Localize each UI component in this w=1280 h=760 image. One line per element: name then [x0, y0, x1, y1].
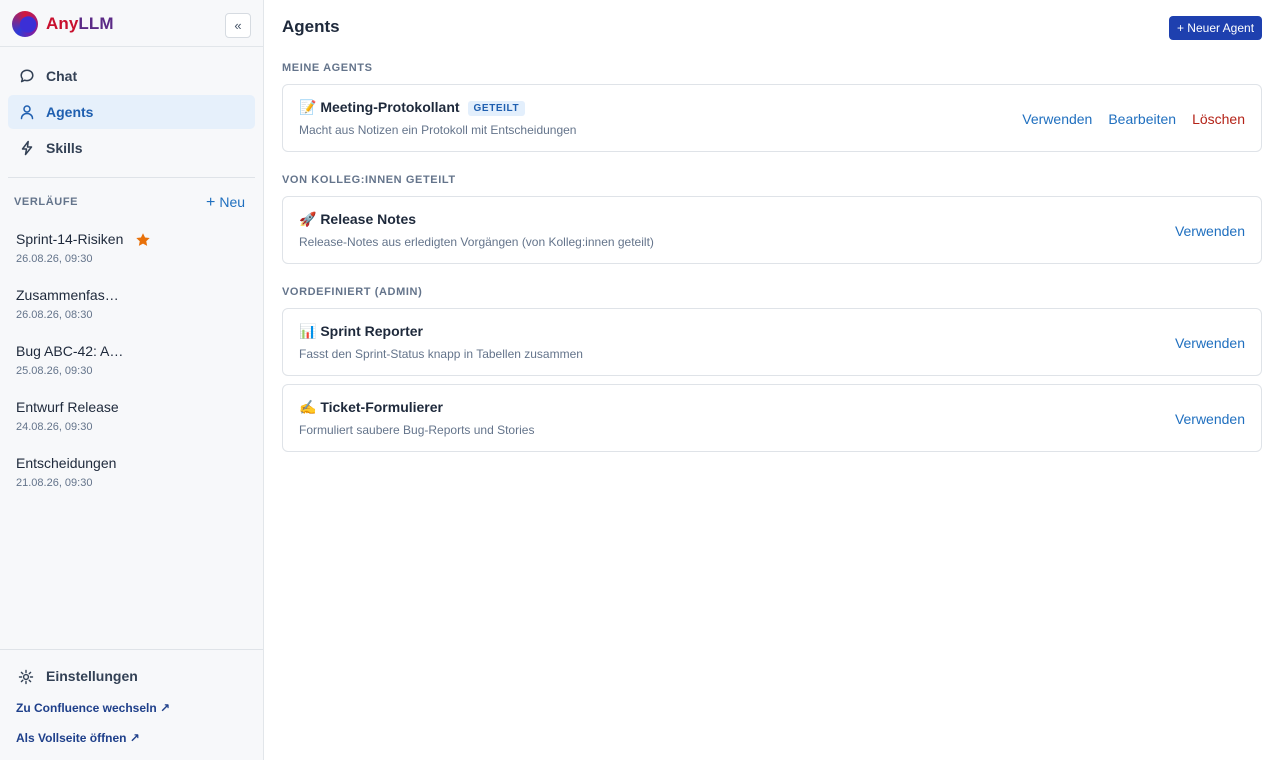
collapse-sidebar-button[interactable]: «	[225, 13, 251, 38]
use-agent-button[interactable]: Verwenden	[1175, 411, 1245, 427]
agent-name: 📊 Sprint Reporter	[299, 323, 423, 339]
app-logo	[12, 11, 38, 37]
use-agent-button[interactable]: Verwenden	[1175, 335, 1245, 351]
agent-description: Formuliert saubere Bug-Reports und Stori…	[299, 423, 535, 437]
agent-actions: Verwenden	[1175, 411, 1245, 427]
history-item-title: Entscheidungen	[16, 455, 117, 471]
history-item-title: Entwurf Release	[16, 399, 119, 415]
agent-card-meeting: 📝 Meeting-Protokollant GETEILT Macht aus …	[282, 84, 1262, 152]
nav-item-chat[interactable]: Chat	[8, 59, 255, 93]
new-agent-button[interactable]: + Neuer Agent	[1169, 16, 1262, 40]
history-item-title: Zusammenfassung	[16, 287, 124, 303]
history-item[interactable]: Zusammenfassung 26.08.26, 08:30	[16, 287, 246, 327]
new-chat-button[interactable]: + Neu	[206, 194, 245, 212]
history-item[interactable]: Sprint-14-Risiken 26.08.26, 09:30	[16, 231, 246, 271]
person-icon	[20, 105, 34, 120]
lightning-icon	[21, 140, 33, 156]
section-title-mine: MEINE AGENTS	[282, 62, 373, 74]
history-item-date: 26.08.26, 09:30	[16, 253, 93, 265]
app-name: AnyLLM	[46, 14, 114, 33]
nav-item-agents[interactable]: Agents	[8, 95, 255, 129]
nav-item-label: Chat	[46, 68, 78, 84]
agent-name: 🚀 Release Notes	[299, 211, 417, 227]
settings-button[interactable]: Einstellungen	[18, 667, 218, 687]
agent-card-ticket: ✍️ Ticket-Formulierer Formuliert saubere…	[282, 384, 1262, 452]
history-item-title: Sprint-14-Risiken	[16, 231, 124, 247]
nav-item-label: Agents	[46, 104, 94, 120]
agent-card-sprint: 📊 Sprint Reporter Fasst den Sprint-Statu…	[282, 308, 1262, 376]
agent-actions: Verwenden Bearbeiten Löschen	[1022, 111, 1245, 127]
agent-description: Macht aus Notizen ein Protokoll mit Ents…	[299, 123, 577, 137]
settings-label: Einstellungen	[46, 668, 138, 684]
page-title: Agents	[282, 17, 340, 36]
sidebar-divider	[8, 177, 255, 178]
gear-icon	[18, 669, 34, 685]
history-item-title: Bug ABC-42: Analyse	[16, 343, 124, 359]
agent-name: 📝 Meeting-Protokollant GETEILT	[299, 99, 526, 116]
sidebar: AnyLLM « Chat Agents Skills VERLÄUFE + Ne…	[0, 0, 264, 760]
nav-item-skills[interactable]: Skills	[8, 131, 255, 165]
history-item[interactable]: Bug ABC-42: Analyse 25.08.26, 09:30	[16, 343, 246, 383]
section-title-predefined: VORDEFINIERT (ADMIN)	[282, 286, 423, 298]
history-item[interactable]: Entwurf Release 24.08.26, 09:30	[16, 399, 246, 439]
edit-agent-button[interactable]: Bearbeiten	[1108, 111, 1176, 127]
section-title-shared: VON KOLLEG:INNEN GETEILT	[282, 174, 456, 186]
delete-agent-button[interactable]: Löschen	[1192, 111, 1245, 127]
use-agent-button[interactable]: Verwenden	[1175, 223, 1245, 239]
history-item-date: 26.08.26, 08:30	[16, 309, 93, 321]
brand-header: AnyLLM «	[0, 0, 263, 47]
history-title: VERLÄUFE	[14, 196, 79, 208]
fullpage-link[interactable]: Als Vollseite öffnen ↗	[16, 731, 140, 745]
use-agent-button[interactable]: Verwenden	[1022, 111, 1092, 127]
history-item-date: 25.08.26, 09:30	[16, 365, 93, 377]
agent-name: ✍️ Ticket-Formulierer	[299, 399, 443, 415]
sidebar-footer: Einstellungen Zu Confluence wechseln ↗ A…	[0, 649, 263, 760]
shared-badge: GETEILT	[467, 101, 526, 116]
agent-card-release: 🚀 Release Notes Release-Notes aus erledi…	[282, 196, 1262, 264]
nav-item-label: Skills	[46, 140, 83, 156]
agent-description: Release-Notes aus erledigten Vorgängen (…	[299, 235, 654, 249]
main-content: Agents + Neuer Agent MEINE AGENTS 📝 Meet…	[264, 0, 1280, 760]
history-item[interactable]: Entscheidungen 21.08.26, 09:30	[16, 455, 246, 495]
agent-actions: Verwenden	[1175, 335, 1245, 351]
chat-bubble-icon	[20, 69, 34, 83]
agent-actions: Verwenden	[1175, 223, 1245, 239]
confluence-link[interactable]: Zu Confluence wechseln ↗	[16, 701, 170, 715]
plus-icon: +	[206, 194, 216, 211]
agent-description: Fasst den Sprint-Status knapp in Tabelle…	[299, 347, 583, 361]
star-icon[interactable]	[135, 232, 151, 248]
history-item-date: 21.08.26, 09:30	[16, 477, 93, 489]
history-item-date: 24.08.26, 09:30	[16, 421, 93, 433]
